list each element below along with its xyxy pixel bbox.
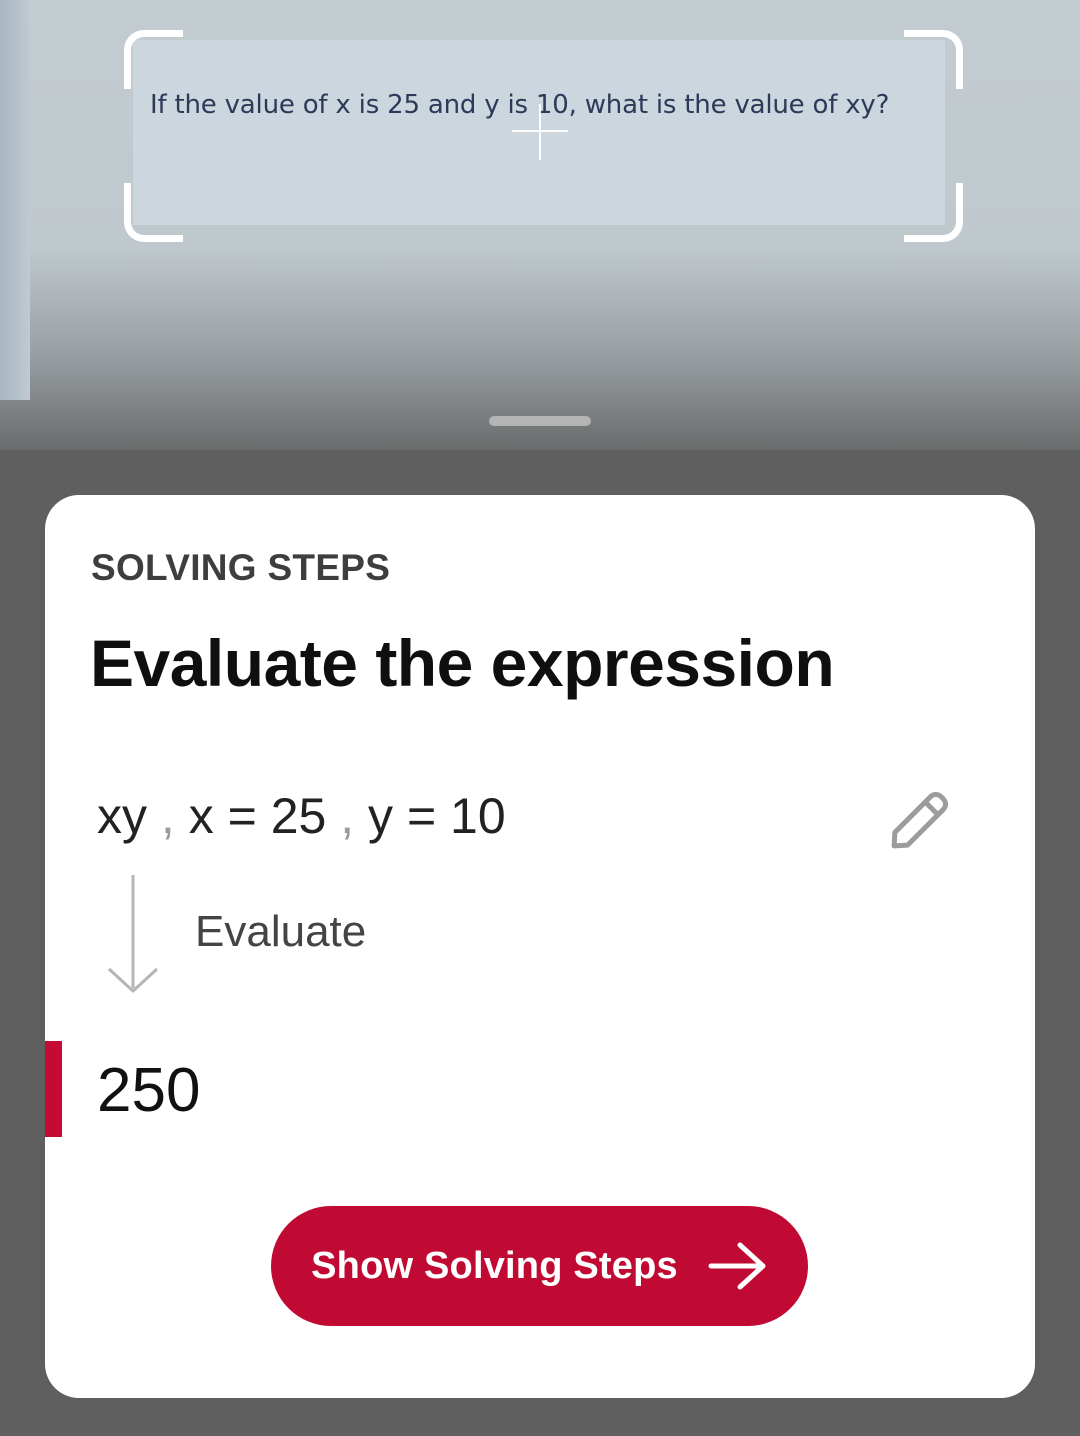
- pencil-icon: [891, 791, 949, 849]
- show-solving-steps-label: Show Solving Steps: [311, 1244, 678, 1287]
- scan-frame-corner-top-right[interactable]: [904, 30, 963, 89]
- sheet-drag-handle[interactable]: [489, 416, 591, 426]
- section-label: SOLVING STEPS: [91, 547, 391, 588]
- expression-separator: ,: [340, 788, 355, 844]
- scan-frame-corner-top-left[interactable]: [124, 30, 183, 89]
- scan-frame-corner-bottom-left[interactable]: [124, 183, 183, 242]
- expression-term: x = 25: [188, 788, 327, 844]
- scan-frame-corner-bottom-right[interactable]: [904, 183, 963, 242]
- solution-card: SOLVING STEPS Evaluate the expression xy…: [45, 495, 1035, 1398]
- arrow-right-icon: [708, 1242, 766, 1290]
- edit-expression-button[interactable]: [881, 779, 961, 859]
- expression-separator: ,: [160, 788, 175, 844]
- show-solving-steps-button[interactable]: Show Solving Steps: [271, 1206, 808, 1326]
- camera-viewfinder[interactable]: If the value of x is 25 and y is 10, wha…: [0, 0, 1080, 450]
- answer-value: 250: [97, 1056, 201, 1125]
- crosshair-icon-vertical: [539, 104, 541, 160]
- answer-marker: [45, 1041, 62, 1137]
- expression-term: y = 10: [368, 788, 506, 844]
- scanned-question-text: If the value of x is 25 and y is 10, wha…: [150, 90, 890, 120]
- app-screen: If the value of x is 25 and y is 10, wha…: [0, 0, 1080, 1436]
- expression-term: xy: [97, 788, 147, 844]
- camera-background-edge: [0, 0, 30, 400]
- step-label: Evaluate: [195, 907, 367, 956]
- card-title: Evaluate the expression: [90, 626, 835, 700]
- math-expression[interactable]: xy , x = 25 , y = 10: [97, 787, 506, 845]
- arrow-down-icon: [107, 875, 159, 993]
- crosshair-icon-horizontal: [512, 130, 568, 132]
